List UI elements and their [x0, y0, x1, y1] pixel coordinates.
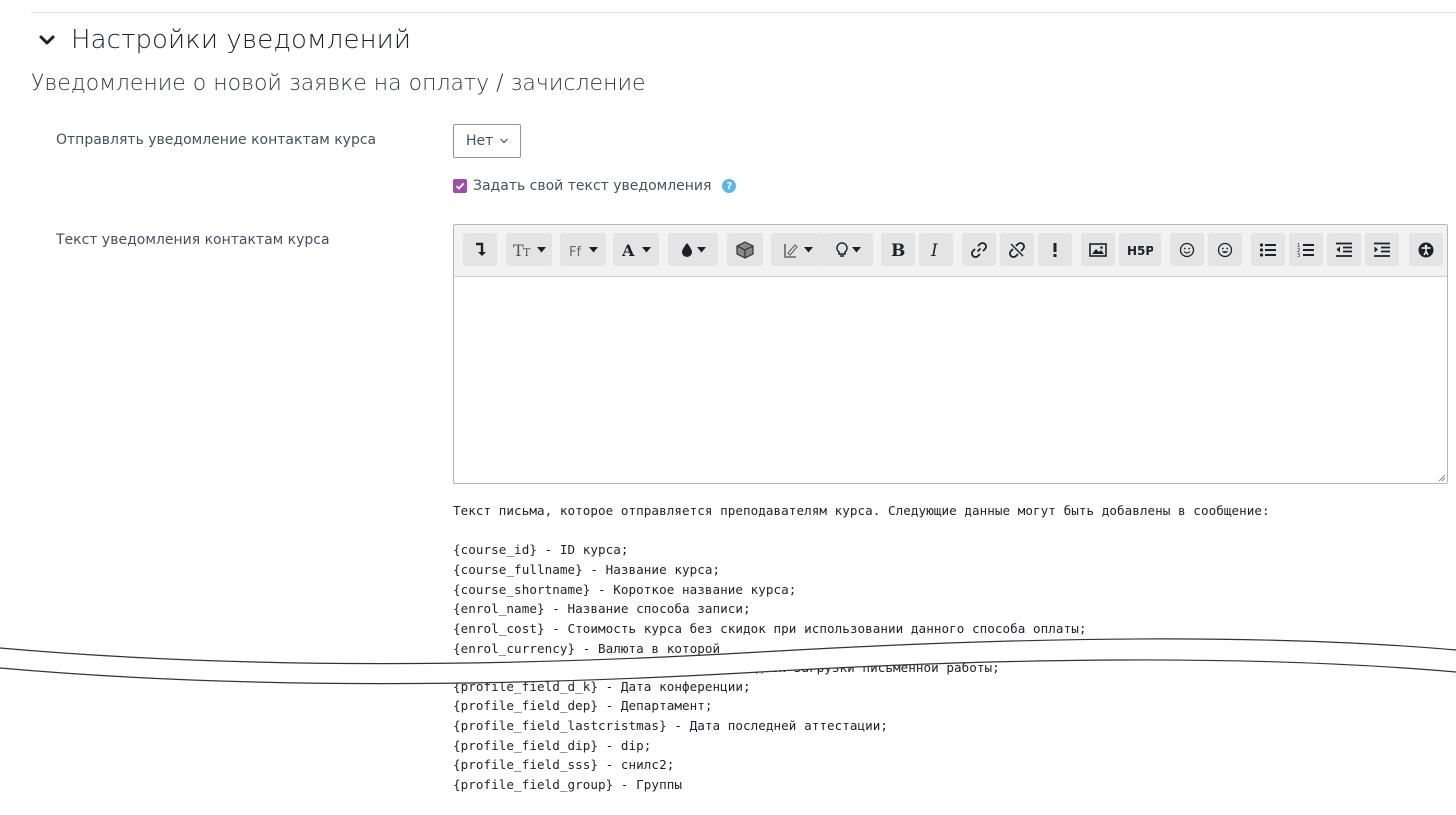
help-line: {profile_field_d_k} - Дата конференции;: [453, 679, 751, 694]
resize-handle-icon[interactable]: [1438, 474, 1446, 482]
editor-label: Текст уведомления контактам курса: [56, 232, 330, 248]
indent-icon[interactable]: [1365, 233, 1399, 266]
cube-icon[interactable]: [727, 233, 763, 266]
question-circle-icon[interactable]: ?: [722, 179, 737, 193]
help-line: {profile_field_sss} - снилс2;: [453, 757, 675, 772]
custom-text-checkbox[interactable]: [453, 179, 467, 193]
emoji-picker-icon[interactable]: [1208, 233, 1242, 266]
help-line: {profile_field_dep} - Департамент;: [453, 698, 713, 713]
font-size-icon[interactable]: TT: [506, 233, 552, 266]
paragraph-styles-icon[interactable]: [771, 233, 823, 266]
highlight-color-icon[interactable]: [668, 233, 718, 266]
help-line: {enrol_cost} - Стоимость курса без скидо…: [453, 621, 1087, 636]
help-line: {course_id} - ID курса;: [453, 542, 629, 557]
emoji-icon[interactable]: [1170, 233, 1204, 266]
image-icon[interactable]: [1081, 233, 1115, 266]
help-intro: Текст письма, которое отправляется препо…: [453, 503, 1270, 518]
editor-content-area[interactable]: [454, 277, 1447, 483]
exclamation-icon[interactable]: [1038, 233, 1072, 266]
svg-text:T: T: [523, 246, 531, 259]
subheading: Уведомление о новой заявке на оплату / з…: [31, 71, 646, 96]
ordered-list-icon[interactable]: 123: [1289, 233, 1323, 266]
italic-icon[interactable]: I: [919, 233, 953, 266]
check-icon: [455, 182, 465, 190]
lightbulb-icon[interactable]: [823, 233, 873, 266]
unordered-list-icon[interactable]: [1251, 233, 1285, 266]
custom-text-row: Задать свой текст уведомления ?: [453, 178, 737, 194]
help-line: {enrol_name} - Название способа записи;: [453, 601, 751, 616]
help-line: {profile_field_lastcristmas} - Дата посл…: [453, 718, 889, 733]
help-line: - Дата последней загрузки письменной раб…: [664, 660, 1000, 675]
notify-contacts-label: Отправлять уведомление контактам курса: [56, 132, 377, 148]
help-line: {profile_field_dip} - dip;: [453, 738, 652, 753]
collapse-icon[interactable]: [463, 233, 497, 266]
help-line: {course_shortname} - Короткое название к…: [453, 582, 797, 597]
help-line: {course_fullname} - Название курса;: [453, 562, 721, 577]
editor-toolbar: TT Ff A B I H5P 1 2 3: [454, 225, 1447, 277]
notify-contacts-select[interactable]: Нет: [453, 124, 521, 158]
svg-text:I: I: [930, 242, 938, 258]
svg-text:B: B: [891, 242, 905, 258]
svg-text:A: A: [622, 242, 635, 258]
unlink-icon[interactable]: [1000, 233, 1034, 266]
help-line: {enrol_currency} - Валюта в которой: [453, 641, 721, 656]
bold-icon[interactable]: B: [881, 233, 915, 266]
accessibility-icon[interactable]: [1409, 233, 1443, 266]
chevron-down-icon: [500, 138, 509, 144]
custom-text-label: Задать свой текст уведомления: [473, 178, 712, 194]
font-family-icon[interactable]: Ff: [560, 233, 606, 266]
rich-text-editor: TT Ff A B I H5P 1 2 3: [453, 224, 1448, 484]
section-toggle[interactable]: Настройки уведомлений: [38, 22, 411, 58]
section-title: Настройки уведомлений: [71, 25, 412, 55]
outdent-icon[interactable]: [1327, 233, 1361, 266]
h5p-icon[interactable]: H5P: [1119, 233, 1161, 266]
svg-text:3: 3: [1297, 253, 1300, 258]
font-color-icon[interactable]: A: [613, 233, 659, 266]
chevron-down-icon: [39, 35, 55, 45]
top-divider: [31, 12, 1456, 13]
svg-text:Ff: Ff: [569, 245, 581, 258]
help-line: {profile_field_group} - Группы: [453, 777, 682, 792]
notify-contacts-value: Нет: [466, 133, 494, 149]
link-icon[interactable]: [962, 233, 996, 266]
svg-text:H5P: H5P: [1127, 244, 1153, 257]
